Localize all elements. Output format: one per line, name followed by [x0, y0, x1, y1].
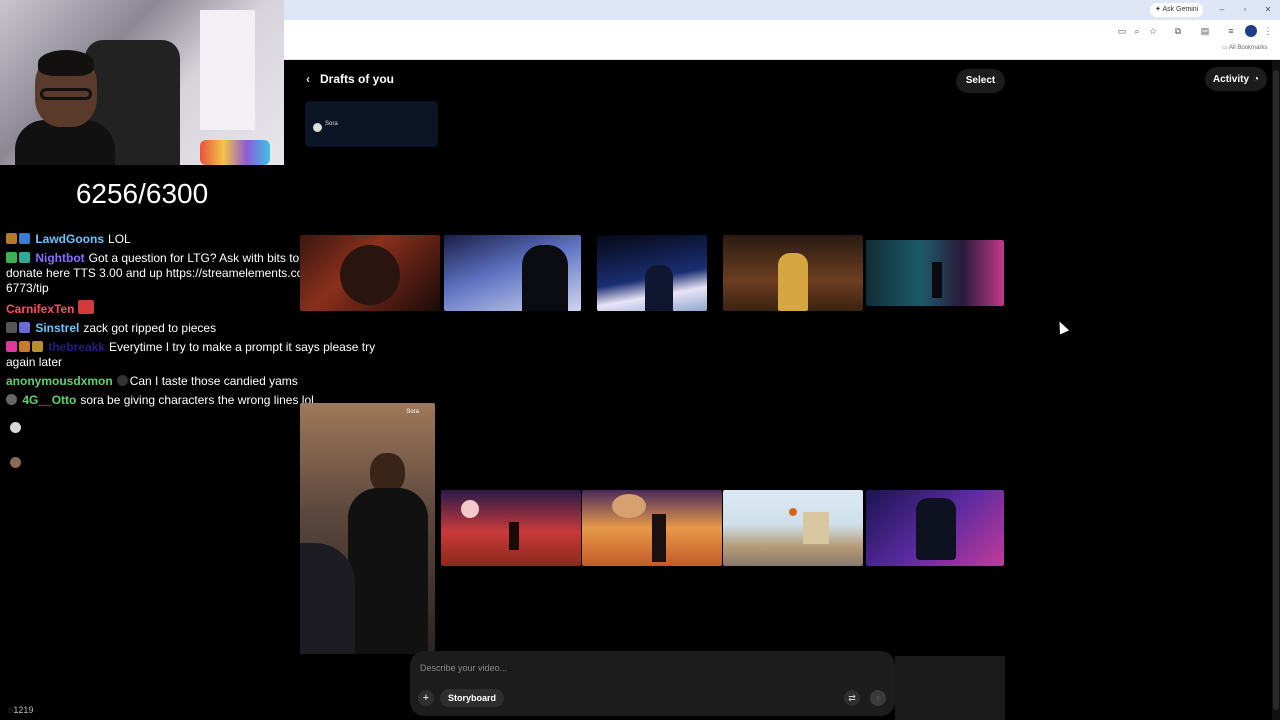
extensions-icon[interactable]: ⧉ — [1172, 25, 1184, 37]
ask-gemini-label: Ask Gemini — [1162, 6, 1199, 13]
page-scrollbar[interactable] — [1272, 60, 1280, 720]
folder-icon: ▭ — [1222, 45, 1230, 51]
chat-username: Sinstrel — [35, 321, 80, 335]
activity-button[interactable]: Activity ◔ — [1205, 67, 1267, 91]
badge-icon — [6, 341, 17, 352]
draft-thumbnail[interactable] — [582, 490, 722, 566]
add-media-button[interactable]: + — [418, 690, 434, 706]
bookmark-star-icon[interactable]: ☆ — [1147, 25, 1159, 37]
chat-message: anonymousdxmon Can I taste those candied … — [6, 374, 401, 389]
settings-button[interactable]: ⇄ — [844, 690, 860, 706]
activity-icon: ◔ — [1253, 73, 1260, 85]
menu-icon[interactable]: ⋮ — [1262, 25, 1274, 37]
close-window-icon[interactable]: ✕ — [1261, 3, 1275, 17]
chat-text: LOL — [108, 232, 131, 246]
chat-username: thebreakk — [48, 340, 106, 354]
thumbnail-figure — [522, 245, 568, 311]
thumbnail-figure — [509, 522, 519, 550]
partial-thumbnail[interactable] — [895, 656, 1005, 720]
draft-thumbnail[interactable] — [441, 490, 581, 566]
thumbnail-figure — [789, 508, 797, 516]
thumbnail-figure — [916, 498, 956, 560]
thumbnail-figure — [645, 265, 673, 311]
chat-text: zack got ripped to pieces — [83, 321, 217, 335]
badge-icon — [6, 233, 17, 244]
webcam-feed — [0, 0, 284, 165]
thumbnail-figure — [348, 488, 428, 654]
chat-text: Can I taste those candied yams — [129, 374, 298, 388]
sliders-icon: ⇄ — [848, 693, 856, 703]
all-bookmarks-label: All Bookmarks — [1229, 45, 1268, 51]
mouse-cursor-icon — [1054, 319, 1070, 335]
chat-text: sora be giving characters the wrong line… — [80, 393, 314, 407]
viewer-count: ◌1219 — [8, 705, 33, 715]
draft-card-loading[interactable]: Sora — [305, 101, 438, 147]
chat-username: anonymousdxmon — [6, 374, 113, 388]
profile-avatar[interactable] — [1245, 25, 1257, 37]
minimize-icon[interactable]: – — [1215, 3, 1229, 17]
badge-icon — [19, 233, 30, 244]
chat-username: Nightbot — [35, 251, 85, 265]
plus-icon: + — [422, 692, 430, 704]
browser-tabstrip — [284, 0, 1280, 20]
arrow-up-icon: ↑ — [875, 693, 881, 703]
badge-icon — [6, 394, 17, 405]
badge-icon — [19, 341, 30, 352]
draft-thumbnail[interactable] — [866, 490, 1004, 566]
emote-icon — [78, 300, 95, 314]
send-button[interactable]: ↑ — [870, 690, 886, 706]
zoom-icon[interactable]: ⌕ — [1131, 25, 1143, 37]
sora-logo-icon — [313, 123, 322, 132]
thumbnail-figure — [612, 494, 646, 518]
chat-username: CarnifexTen — [6, 302, 75, 316]
sora-watermark: Sora — [406, 409, 419, 415]
ask-gemini-button[interactable]: ✦ Ask Gemini — [1150, 3, 1204, 17]
chat-message: Sinstrel zack got ripped to pieces — [6, 321, 401, 336]
draft-thumbnail[interactable] — [300, 235, 440, 311]
thumbnail-figure — [778, 253, 808, 311]
chevron-left-icon: ‹ — [306, 72, 310, 86]
select-button[interactable]: Select — [956, 69, 1005, 93]
activity-label: Activity — [1212, 73, 1250, 85]
verified-badge-icon — [19, 252, 30, 263]
moderator-badge-icon — [6, 252, 17, 263]
cast-icon[interactable]: ▭ — [1116, 25, 1128, 37]
soccer-ball-icon — [10, 422, 21, 433]
prompt-input[interactable] — [420, 663, 880, 673]
thumbnail-figure — [461, 500, 479, 518]
badge-icon — [19, 322, 30, 333]
thumbnail-figure — [370, 453, 405, 493]
draft-video-tall[interactable]: Sora — [300, 403, 435, 654]
chat-username: LawdGoons — [35, 232, 105, 246]
avatar — [10, 457, 21, 468]
all-bookmarks-link[interactable]: ▭ All Bookmarks — [1222, 44, 1267, 51]
chat-username: 4G__Otto — [22, 393, 77, 407]
thumbnail-figure — [652, 514, 666, 562]
thumbnail-figure — [932, 262, 942, 298]
back-to-drafts[interactable]: ‹ Drafts of you — [306, 72, 394, 86]
badge-icon — [6, 322, 17, 333]
prompt-composer: + Storyboard ⇄ ↑ — [410, 651, 895, 716]
draft-thumbnail[interactable] — [597, 235, 707, 311]
draft-thumbnail[interactable] — [866, 240, 1004, 306]
sora-label: Sora — [325, 121, 338, 127]
thumbnail-figure — [803, 512, 829, 544]
page-title: Drafts of you — [320, 72, 395, 86]
emote-icon — [116, 375, 128, 386]
thumbnail-figure — [300, 543, 355, 654]
storyboard-button[interactable]: Storyboard — [440, 689, 505, 707]
viewer-count-value: 1219 — [13, 705, 34, 715]
goal-counter: 6256/6300 — [75, 178, 209, 209]
thumbnail-figure — [340, 245, 400, 305]
draft-thumbnail[interactable] — [723, 235, 863, 311]
translate-icon[interactable]: ≡ — [1225, 25, 1237, 37]
sidepanel-icon[interactable]: ▤ — [1199, 25, 1211, 37]
draft-thumbnail[interactable] — [444, 235, 581, 311]
chat-message: thebreakk Everytime I try to make a promp… — [6, 340, 401, 370]
badge-icon — [32, 341, 43, 352]
draft-thumbnail[interactable] — [723, 490, 863, 566]
restore-icon[interactable]: ▫ — [1238, 3, 1252, 17]
